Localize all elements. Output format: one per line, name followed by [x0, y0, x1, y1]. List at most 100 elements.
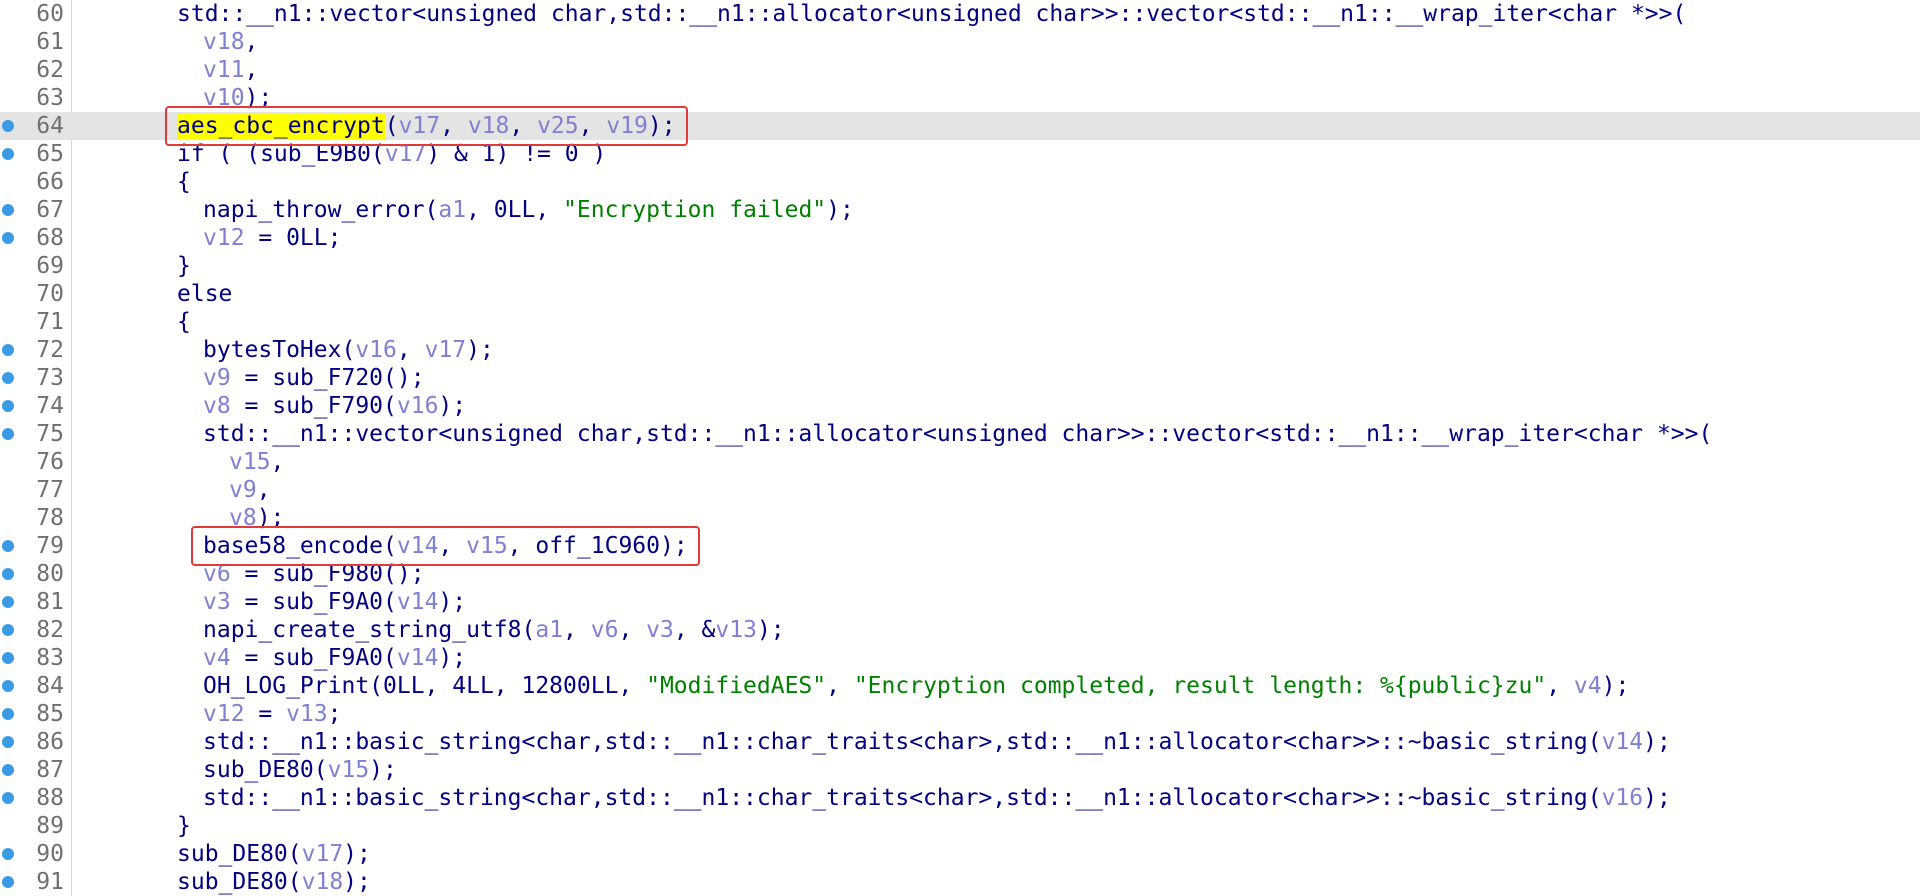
breakpoint-icon[interactable] [2, 120, 14, 132]
code-token[interactable]: ); [1643, 785, 1671, 811]
code-text[interactable]: std::__n1::vector<unsigned char,std::__n… [177, 0, 1686, 28]
code-line[interactable]: 91 sub_DE80(v18); [0, 868, 1920, 896]
code-line[interactable]: 70 else [0, 280, 1920, 308]
code-token[interactable]: , [440, 113, 468, 139]
code-token[interactable]: ); [466, 337, 494, 363]
code-line[interactable]: 78 v8); [0, 504, 1920, 532]
code-line[interactable]: 85 v12 = v13; [0, 700, 1920, 728]
code-token[interactable]: , [397, 337, 425, 363]
code-text[interactable]: { [177, 308, 191, 336]
variable-token[interactable]: v11 [203, 57, 245, 83]
breakpoint-icon[interactable] [2, 148, 14, 160]
breakpoint-icon[interactable] [2, 708, 14, 720]
variable-token[interactable]: v10 [203, 85, 245, 111]
code-line[interactable]: 72 bytesToHex(v16, v17); [0, 336, 1920, 364]
code-text[interactable]: sub_DE80(v15); [203, 756, 397, 784]
code-text[interactable]: OH_LOG_Print(0LL, 4LL, 12800LL, "Modifie… [203, 672, 1629, 700]
code-text[interactable]: v8); [229, 504, 284, 532]
code-text[interactable]: } [177, 252, 191, 280]
variable-token[interactable]: a1 [535, 617, 563, 643]
code-line[interactable]: 81 v3 = sub_F9A0(v14); [0, 588, 1920, 616]
code-token[interactable]: else [177, 281, 232, 307]
code-token[interactable]: = sub_F980(); [231, 561, 425, 587]
breakpoint-icon[interactable] [2, 540, 14, 552]
breakpoint-icon[interactable] [2, 848, 14, 860]
highlighted-identifier-token[interactable]: aes_cbc_encrypt [177, 113, 385, 139]
code-token[interactable]: } [177, 253, 191, 279]
code-token[interactable]: bytesToHex( [203, 337, 355, 363]
code-token[interactable]: } [177, 813, 191, 839]
code-text[interactable]: sub_DE80(v17); [177, 840, 371, 868]
variable-token[interactable]: v18 [203, 29, 245, 55]
code-line[interactable]: 74 v8 = sub_F790(v16); [0, 392, 1920, 420]
code-text[interactable]: v12 = v13; [203, 700, 342, 728]
code-text[interactable]: v11, [203, 56, 258, 84]
variable-token[interactable]: v14 [397, 533, 439, 559]
code-token[interactable]: ); [245, 85, 273, 111]
variable-token[interactable]: v15 [229, 449, 271, 475]
breakpoint-icon[interactable] [2, 204, 14, 216]
variable-token[interactable]: v12 [203, 701, 245, 727]
code-token[interactable]: ); [826, 197, 854, 223]
code-text[interactable]: v9 = sub_F720(); [203, 364, 425, 392]
code-text[interactable]: std::__n1::basic_string<char,std::__n1::… [203, 784, 1671, 812]
code-text[interactable]: bytesToHex(v16, v17); [203, 336, 494, 364]
code-token[interactable]: , [1546, 673, 1574, 699]
code-line[interactable]: 66 { [0, 168, 1920, 196]
code-line[interactable]: 60 std::__n1::vector<unsigned char,std::_… [0, 0, 1920, 28]
code-line[interactable]: 83 v4 = sub_F9A0(v14); [0, 644, 1920, 672]
variable-token[interactable]: v15 [466, 533, 508, 559]
variable-token[interactable]: v13 [715, 617, 757, 643]
code-token[interactable]: std::__n1::basic_string<char,std::__n1::… [203, 785, 1602, 811]
variable-token[interactable]: v12 [203, 225, 245, 251]
breakpoint-icon[interactable] [2, 652, 14, 664]
variable-token[interactable]: v8 [229, 505, 257, 531]
code-text[interactable]: v18, [203, 28, 258, 56]
breakpoint-icon[interactable] [2, 400, 14, 412]
variable-token[interactable]: v6 [203, 561, 231, 587]
code-token[interactable]: ); [343, 869, 371, 895]
variable-token[interactable]: v13 [286, 701, 328, 727]
code-line[interactable]: 75 std::__n1::vector<unsigned char,std::_… [0, 420, 1920, 448]
variable-token[interactable]: v25 [537, 113, 579, 139]
code-line[interactable]: 88 std::__n1::basic_string<char,std::__n1… [0, 784, 1920, 812]
breakpoint-icon[interactable] [2, 372, 14, 384]
variable-token[interactable]: v6 [591, 617, 619, 643]
code-token[interactable]: = sub_F9A0( [231, 589, 397, 615]
variable-token[interactable]: v14 [397, 645, 439, 671]
code-text[interactable]: aes_cbc_encrypt(v17, v18, v25, v19); [177, 112, 676, 140]
breakpoint-icon[interactable] [2, 344, 14, 356]
code-text[interactable]: sub_DE80(v18); [177, 868, 371, 896]
breakpoint-icon[interactable] [2, 680, 14, 692]
breakpoint-icon[interactable] [2, 596, 14, 608]
breakpoint-icon[interactable] [2, 792, 14, 804]
code-line[interactable]: 67 napi_throw_error(a1, 0LL, "Encryption … [0, 196, 1920, 224]
code-text[interactable]: std::__n1::basic_string<char,std::__n1::… [203, 728, 1671, 756]
code-token[interactable]: napi_create_string_utf8( [203, 617, 535, 643]
code-line[interactable]: 69} [0, 252, 1920, 280]
code-text[interactable]: base58_encode(v14, v15, off_1C960); [203, 532, 688, 560]
code-token[interactable]: = sub_F9A0( [231, 645, 397, 671]
string-literal-token[interactable]: "Encryption failed" [563, 197, 826, 223]
code-text[interactable]: napi_create_string_utf8(a1, v6, v3, &v13… [203, 616, 785, 644]
variable-token[interactable]: v17 [425, 337, 467, 363]
code-token[interactable]: ); [369, 757, 397, 783]
variable-token[interactable]: v8 [203, 393, 231, 419]
code-text[interactable]: std::__n1::vector<unsigned char,std::__n… [203, 420, 1712, 448]
code-token[interactable]: , [245, 57, 259, 83]
variable-token[interactable]: v3 [203, 589, 231, 615]
code-token[interactable]: ); [757, 617, 785, 643]
variable-token[interactable]: v16 [397, 393, 439, 419]
breakpoint-icon[interactable] [2, 568, 14, 580]
code-token[interactable]: OH_LOG_Print(0LL, 4LL, 12800LL, [203, 673, 646, 699]
code-token[interactable]: , [826, 673, 854, 699]
code-token[interactable]: sub_DE80( [177, 841, 302, 867]
code-text[interactable]: v6 = sub_F980(); [203, 560, 425, 588]
variable-token[interactable]: v16 [355, 337, 397, 363]
code-text[interactable]: v10); [203, 84, 272, 112]
variable-token[interactable]: v17 [302, 841, 344, 867]
code-token[interactable]: std::__n1::vector<unsigned char,std::__n… [203, 421, 1712, 447]
code-token[interactable]: { [177, 169, 191, 195]
variable-token[interactable]: v9 [203, 365, 231, 391]
code-token[interactable]: ); [257, 505, 285, 531]
